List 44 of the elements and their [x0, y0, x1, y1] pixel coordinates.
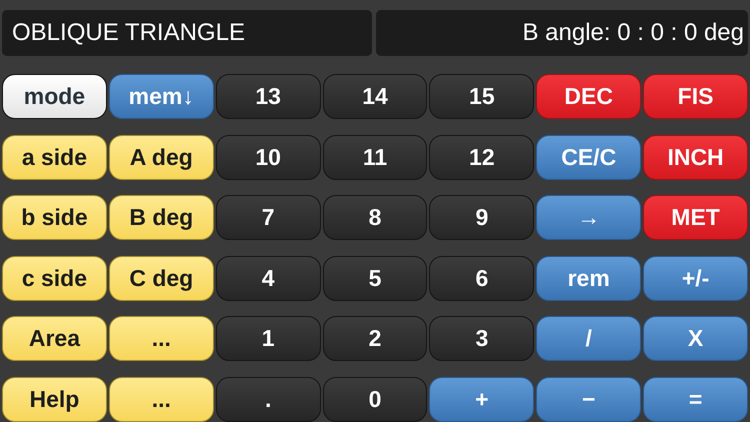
keypad-button[interactable]: +: [429, 376, 534, 422]
keypad-button[interactable]: +/-: [643, 256, 748, 300]
keypad-button[interactable]: 12: [429, 134, 534, 180]
keypad-button[interactable]: A deg: [108, 134, 214, 180]
keypad-button[interactable]: c side: [2, 256, 107, 300]
keypad-button[interactable]: ...: [108, 376, 214, 422]
keypad-button[interactable]: Area: [2, 316, 107, 361]
keypad-button[interactable]: 0: [322, 376, 428, 422]
keypad-button[interactable]: rem: [536, 256, 642, 300]
keypad-button[interactable]: CE/C: [536, 134, 642, 180]
keypad-button[interactable]: 11: [322, 134, 428, 180]
keypad-button[interactable]: 13: [216, 74, 321, 119]
keypad-button[interactable]: /: [536, 316, 642, 361]
keypad-button[interactable]: Help: [2, 376, 107, 422]
keypad-button[interactable]: 2: [322, 316, 428, 361]
keypad-button[interactable]: 8: [322, 195, 428, 240]
keypad-button[interactable]: 14: [322, 74, 428, 119]
mode-title-display: OBLIQUE TRIANGLE: [2, 10, 372, 56]
keypad-button[interactable]: 9: [429, 195, 534, 240]
keypad-button[interactable]: FIS: [643, 74, 748, 119]
keypad-button[interactable]: mem↓: [108, 74, 214, 119]
keypad-button[interactable]: 15: [429, 74, 534, 119]
keypad-button[interactable]: 5: [322, 256, 428, 300]
keypad-button[interactable]: b side: [2, 195, 107, 240]
keypad-button[interactable]: 10: [216, 134, 321, 180]
keypad-button[interactable]: →: [536, 195, 642, 240]
keypad-button[interactable]: 3: [429, 316, 534, 361]
keypad-button[interactable]: 6: [429, 256, 534, 300]
keypad-button[interactable]: mode: [2, 74, 107, 119]
keypad-button[interactable]: C deg: [108, 256, 214, 300]
keypad-button[interactable]: ...: [108, 316, 214, 361]
keypad-button[interactable]: 1: [216, 316, 321, 361]
keypad-button[interactable]: B deg: [108, 195, 214, 240]
keypad-button[interactable]: =: [643, 376, 748, 422]
keypad-button[interactable]: .: [216, 376, 321, 422]
value-readout-display: B angle: 0 : 0 : 0 deg: [376, 10, 748, 56]
keypad-button[interactable]: −: [536, 376, 642, 422]
keypad-button[interactable]: 4: [216, 256, 321, 300]
keypad-button[interactable]: 7: [216, 195, 321, 240]
keypad-button[interactable]: a side: [2, 134, 107, 180]
keypad-button[interactable]: DEC: [536, 74, 642, 119]
keypad-button[interactable]: INCH: [643, 134, 748, 180]
keypad-button[interactable]: X: [643, 316, 748, 361]
keypad-button[interactable]: MET: [643, 195, 748, 240]
